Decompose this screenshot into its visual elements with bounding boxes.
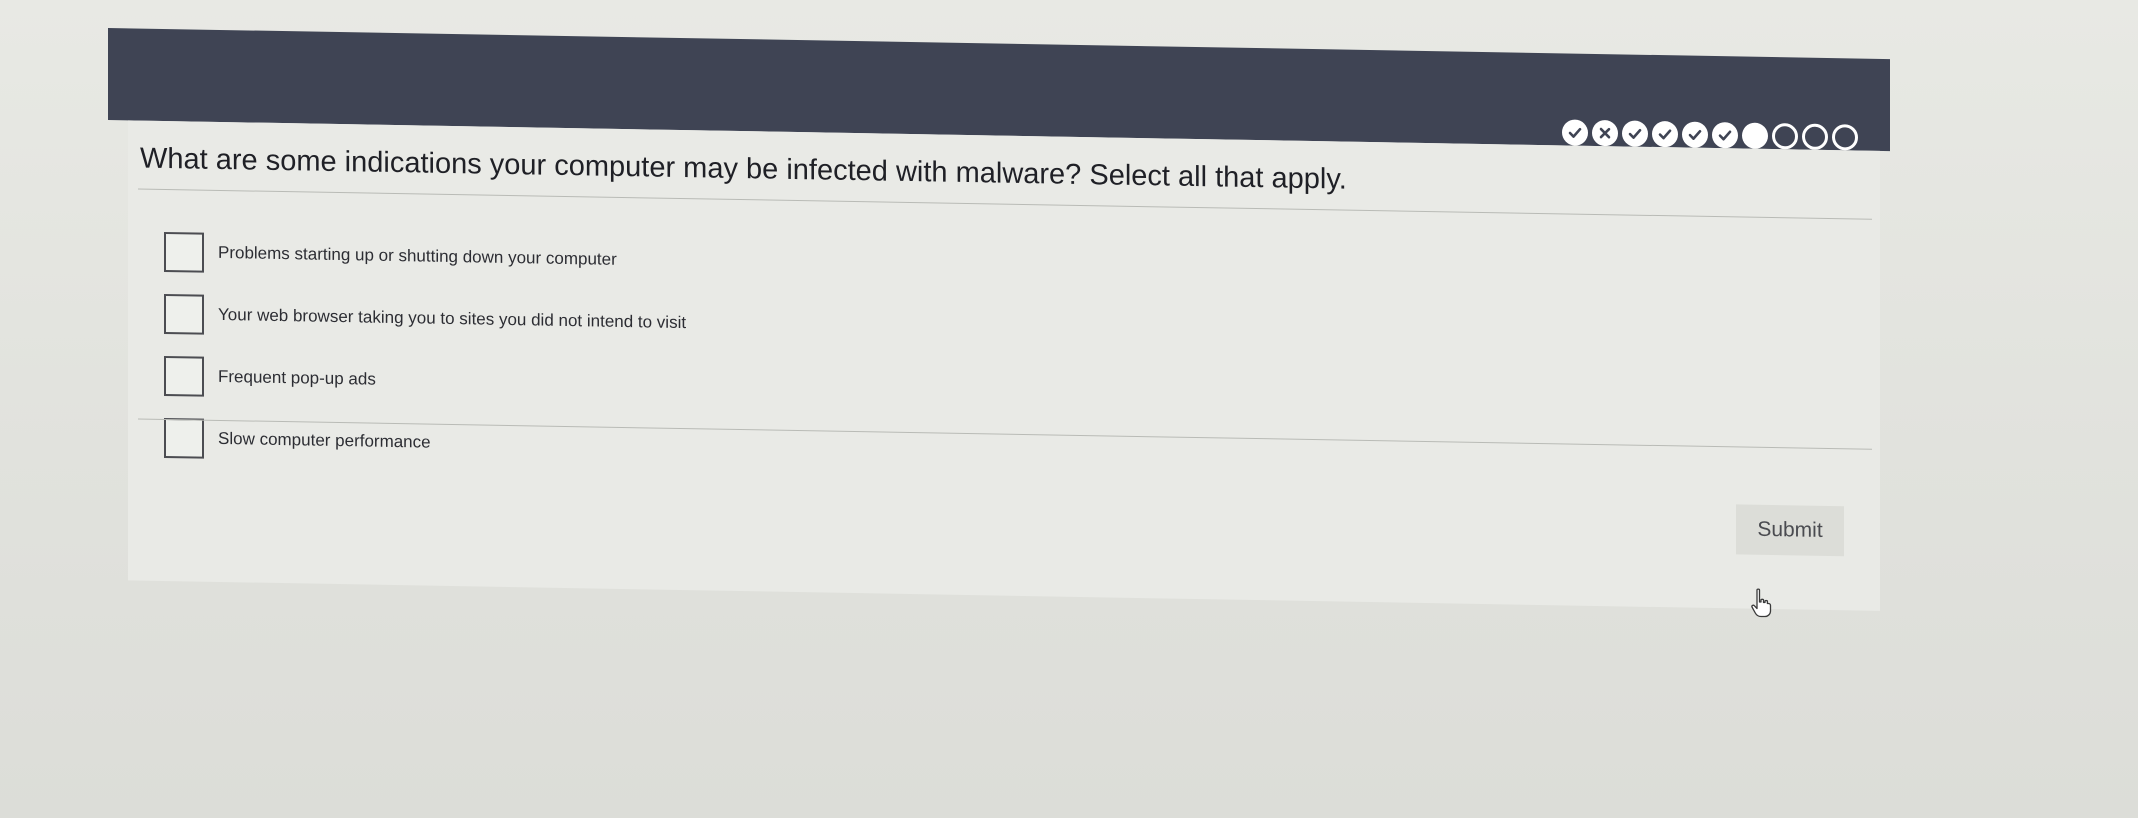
check-icon xyxy=(1568,127,1582,138)
progress-dot-correct xyxy=(1652,120,1678,148)
answer-option-label: Your web browser taking you to sites you… xyxy=(218,304,687,333)
answer-checkbox[interactable] xyxy=(164,417,204,459)
divider xyxy=(138,188,1872,220)
answer-option[interactable]: Slow computer performance xyxy=(164,407,686,478)
answer-option-label: Slow computer performance xyxy=(218,428,431,452)
progress-dot-pending xyxy=(1772,123,1798,150)
answer-checkbox[interactable] xyxy=(164,293,204,335)
quiz-container: What are some indications your computer … xyxy=(108,28,1890,699)
x-icon xyxy=(1599,127,1611,139)
check-icon xyxy=(1718,130,1732,141)
progress-dot-correct xyxy=(1712,121,1738,149)
check-icon xyxy=(1628,128,1642,139)
submit-button[interactable]: Submit xyxy=(1736,504,1844,557)
progress-dot-pending xyxy=(1802,123,1828,151)
answer-option[interactable]: Frequent pop-up ads xyxy=(164,345,686,416)
question-panel: What are some indications your computer … xyxy=(128,120,1880,611)
answer-option[interactable]: Problems starting up or shutting down yo… xyxy=(164,221,686,292)
progress-dot-correct xyxy=(1622,120,1648,147)
progress-dot-current xyxy=(1742,122,1768,149)
answer-options: Problems starting up or shutting down yo… xyxy=(164,221,686,478)
progress-dot-correct xyxy=(1682,121,1708,148)
progress-dot-correct xyxy=(1562,119,1588,146)
answer-option[interactable]: Your web browser taking you to sites you… xyxy=(164,283,686,354)
answer-checkbox[interactable] xyxy=(164,231,204,273)
answer-option-label: Problems starting up or shutting down yo… xyxy=(218,242,617,269)
check-icon xyxy=(1688,129,1702,140)
check-icon xyxy=(1658,129,1672,140)
answer-checkbox[interactable] xyxy=(164,355,204,397)
progress-dot-incorrect xyxy=(1592,119,1618,147)
question-text: What are some indications your computer … xyxy=(140,142,1347,196)
answer-option-label: Frequent pop-up ads xyxy=(218,366,376,389)
progress-dot-pending xyxy=(1832,124,1858,151)
